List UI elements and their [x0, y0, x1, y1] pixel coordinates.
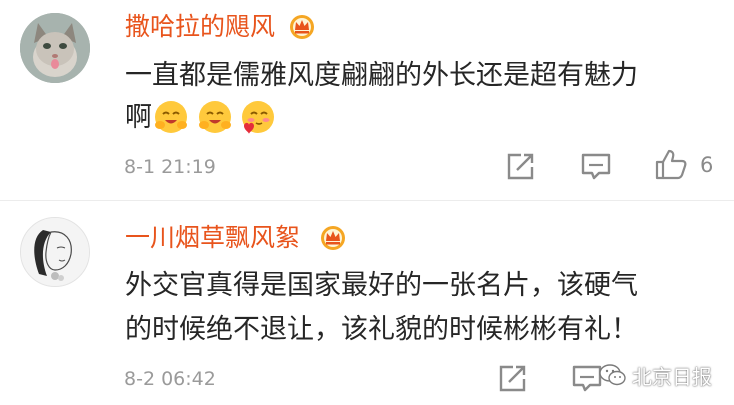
vip-crown-icon	[321, 226, 345, 250]
vip-crown-icon	[290, 15, 314, 39]
username[interactable]: 一川烟草飘风絮	[125, 223, 300, 253]
share-icon[interactable]	[503, 150, 537, 182]
timestamp: 8-2 06:42	[124, 368, 216, 390]
username[interactable]: 撒哈拉的飓风	[125, 12, 275, 42]
comment-text: 一直都是儒雅风度翩翩的外长还是超有魅力	[125, 60, 638, 91]
comment-item: 撒哈拉的飓风 一直都是儒雅风度翩翩的外长还是超有魅力 啊 8-1 21:19 6	[0, 0, 734, 200]
share-icon[interactable]	[495, 362, 529, 394]
timestamp: 8-1 21:19	[124, 156, 216, 178]
hug-emoji-icon	[155, 101, 187, 133]
comment-text: 的时候绝不退让，该礼貌的时候彬彬有礼！	[125, 314, 638, 345]
like-count: 6	[700, 153, 714, 177]
comment-icon[interactable]	[579, 150, 613, 182]
wechat-icon	[599, 364, 626, 386]
heart-blush-emoji-icon	[242, 101, 274, 134]
avatar[interactable]	[20, 217, 90, 287]
watermark-text: 北京日报	[632, 365, 712, 389]
comment-text: 啊	[125, 102, 152, 133]
hug-emoji-icon	[199, 101, 231, 133]
comment-text: 外交官真得是国家最好的一张名片，该硬气	[125, 270, 638, 301]
avatar[interactable]	[20, 13, 90, 83]
thumbs-up-icon[interactable]	[654, 148, 688, 180]
